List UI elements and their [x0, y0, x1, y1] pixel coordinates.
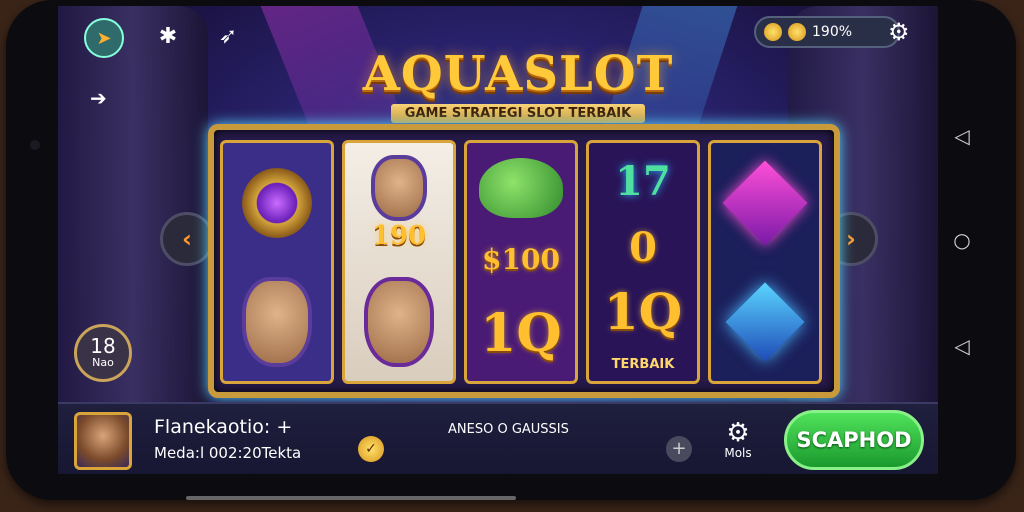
player-info: Meda:l 002:20Tekta [154, 444, 302, 462]
coin-balance[interactable]: 190% [754, 16, 900, 48]
slot-reels: 190 $100 1Q 17 0 1Q TERBAIK [208, 124, 840, 398]
game-logo: AQUASLOT GAME STRATEGI SLOT TERBAIK [358, 46, 678, 123]
nav-home-icon[interactable]: ○ [950, 228, 974, 252]
gear-icon[interactable]: ⚙ [888, 18, 910, 46]
reel-4-mid-value: 0 [629, 224, 657, 272]
camera-dot [30, 140, 40, 150]
plus-icon[interactable]: + [666, 436, 692, 462]
reel-2-bottom-symbol [345, 262, 453, 381]
spin-button[interactable]: SCAPHOD [784, 410, 924, 470]
reel-5-top-symbol [711, 143, 819, 262]
reel-1-top-symbol [223, 143, 331, 262]
home-indicator [186, 496, 516, 500]
hero-portrait-icon [371, 154, 427, 221]
level-label: Nao [92, 356, 114, 369]
reel-1 [220, 140, 334, 384]
reel-5-bottom-symbol [711, 262, 819, 381]
bet-label: ANESO O GAUSSIS [448, 422, 569, 437]
orb-emblem-icon [242, 167, 312, 238]
more-label: Mols [724, 446, 752, 460]
reel-3: $100 1Q [464, 140, 578, 384]
level-number: 18 [90, 334, 116, 358]
reel-4-top-value: 17 [615, 157, 671, 205]
prev-button[interactable]: ‹ [160, 212, 214, 266]
reel-1-bottom-symbol [223, 262, 331, 381]
settings-gear-icon: ⚙ [726, 418, 750, 448]
crystal-icon [722, 160, 808, 245]
nav-recent-icon[interactable]: ◁ [950, 334, 974, 358]
coin-stack-icon [788, 23, 806, 41]
phone-frame: ➤ ✱ ➶ ➔ 190% ⚙ ⁘⁘ AQUASLOT GAME STRATEGI… [6, 0, 1016, 500]
reel-2-value: 190 [371, 220, 427, 251]
reel-5 [708, 140, 822, 384]
coin-icon [764, 23, 782, 41]
reel-2: 190 [342, 140, 456, 384]
villain-portrait-icon [364, 276, 434, 367]
reel-3-mid-value: $100 [482, 243, 560, 277]
rocket-icon[interactable]: ➶ [210, 18, 246, 54]
level-badge[interactable]: 18 Nao [74, 324, 132, 382]
nav-back-icon[interactable]: ◁ [950, 124, 974, 148]
monster-icon [479, 158, 563, 219]
warrior-portrait-icon [242, 276, 312, 367]
more-button[interactable]: ⚙ Mols [718, 420, 758, 460]
arrow-icon[interactable]: ➤ [84, 18, 124, 58]
bottom-bar: Flanekaotio: + Meda:l 002:20Tekta ✓ ANES… [58, 402, 938, 474]
reel-3-bottom-value: 1Q [480, 302, 562, 364]
player-name: Flanekaotio: + [154, 416, 293, 438]
coin-button-icon[interactable]: ✓ [358, 436, 384, 462]
back-arrow-icon[interactable]: ➔ [90, 86, 107, 110]
gem-icon [725, 281, 805, 362]
reel-4-bottom-value: 1Q [603, 282, 683, 342]
reel-3-top-symbol [467, 143, 575, 233]
coin-balance-value: 190% [812, 24, 853, 40]
logo-title: AQUASLOT [362, 46, 674, 102]
reel-4: 17 0 1Q TERBAIK [586, 140, 700, 384]
reel-2-top-symbol: 190 [345, 143, 453, 262]
puzzle-icon[interactable]: ✱ [150, 18, 186, 54]
reel-4-caption: TERBAIK [611, 356, 675, 372]
game-screen: ➤ ✱ ➶ ➔ 190% ⚙ ⁘⁘ AQUASLOT GAME STRATEGI… [58, 6, 938, 474]
logo-subtitle: GAME STRATEGI SLOT TERBAIK [390, 104, 646, 123]
player-avatar[interactable] [74, 412, 132, 470]
